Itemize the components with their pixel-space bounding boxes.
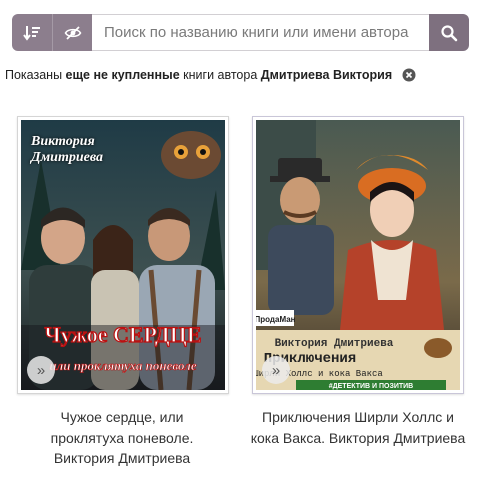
book-caption-2[interactable]: Приключения Ширли Холлс и кока Вакса. Ви… <box>250 407 466 448</box>
cover-author-1: Виктория Дмитриева <box>31 134 103 165</box>
book-card-1[interactable]: Чужое СЕРДЦЕ или проклятуха поневоле Вик… <box>0 0 240 480</box>
cover-publisher-2: ПродаМан <box>256 315 296 324</box>
cover-image-1: Чужое СЕРДЦЕ или проклятуха поневоле Вик… <box>21 120 225 390</box>
cover-image-2: Виктория Дмитриева Приключения Ширли Хол… <box>256 120 460 390</box>
more-button-1[interactable]: » <box>27 356 55 384</box>
cover-tags-2: #ДЕТЕКТИВ И ПОЗИТИВ <box>329 383 413 390</box>
book-cover-2[interactable]: Виктория Дмитриева Приключения Ширли Хол… <box>252 116 464 394</box>
book-caption-1[interactable]: Чужое сердце, или проклятуха поневоле. В… <box>38 407 206 469</box>
cover-title-1: Чужое СЕРДЦЕ <box>44 322 201 347</box>
book-card-2[interactable]: Виктория Дмитриева Приключения Ширли Хол… <box>240 0 480 480</box>
more-button-2[interactable]: » <box>262 356 290 384</box>
book-cover-1[interactable]: Чужое СЕРДЦЕ или проклятуха поневоле Вик… <box>17 116 229 394</box>
cover-subtitle-1: или проклятуха поневоле <box>49 358 196 373</box>
cover-author-2: Виктория Дмитриева <box>275 338 394 350</box>
